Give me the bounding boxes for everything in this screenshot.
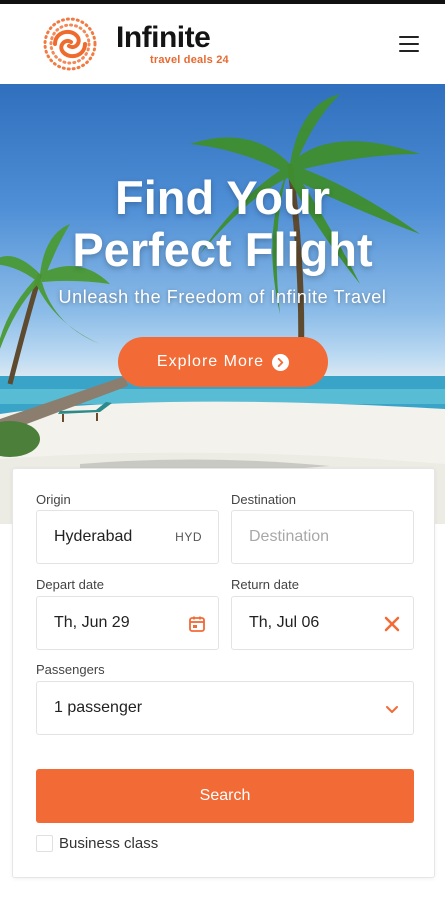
- infinite-logo-icon[interactable]: [30, 14, 110, 74]
- hero-banner: Find Your Perfect Flight Unleash the Fre…: [0, 84, 445, 524]
- return-date-label: Return date: [231, 577, 299, 592]
- hero-title: Find Your Perfect Flight: [0, 172, 445, 276]
- chevron-down-icon: [386, 706, 398, 713]
- brand-tagline: travel deals 24: [150, 54, 229, 66]
- arrow-right-circle-icon: [272, 353, 290, 371]
- depart-date-field[interactable]: Th, Jun 29: [36, 596, 219, 650]
- hero-subtitle: Unleash the Freedom of Infinite Travel: [58, 287, 387, 307]
- depart-date-label: Depart date: [36, 577, 104, 592]
- calendar-icon[interactable]: [188, 615, 206, 633]
- origin-field[interactable]: Hyderabad HYD: [36, 510, 219, 564]
- business-class-label: Business class: [59, 835, 159, 852]
- hero-title-line-2: Perfect Flight: [72, 223, 373, 276]
- business-class-checkbox[interactable]: [36, 835, 53, 852]
- origin-value: Hyderabad: [54, 528, 133, 545]
- business-class-option[interactable]: Business class: [36, 835, 158, 852]
- search-button[interactable]: Search: [36, 769, 414, 823]
- origin-label: Origin: [36, 492, 71, 507]
- explore-more-button[interactable]: Explore More: [118, 337, 328, 387]
- passengers-value: 1 passenger: [54, 699, 143, 716]
- flight-search-form: Origin Hyderabad HYD Destination Depart …: [12, 468, 435, 878]
- destination-label: Destination: [231, 492, 297, 507]
- return-date-value: Th, Jul 06: [249, 614, 320, 631]
- site-header: Infinite travel deals 24: [0, 4, 445, 84]
- hamburger-menu-icon[interactable]: [399, 36, 419, 52]
- close-icon[interactable]: [383, 615, 401, 633]
- explore-more-label: Explore More: [156, 353, 265, 370]
- passengers-label: Passengers: [36, 662, 105, 677]
- origin-airport-code: HYD: [175, 530, 202, 544]
- passengers-select[interactable]: 1 passenger: [36, 681, 414, 735]
- hero-title-line-1: Find Your: [115, 171, 330, 224]
- destination-input[interactable]: [249, 528, 413, 546]
- return-date-field[interactable]: Th, Jul 06: [231, 596, 414, 650]
- destination-field[interactable]: [231, 510, 414, 564]
- depart-date-value: Th, Jun 29: [54, 614, 130, 631]
- brand-name: Infinite: [116, 21, 211, 54]
